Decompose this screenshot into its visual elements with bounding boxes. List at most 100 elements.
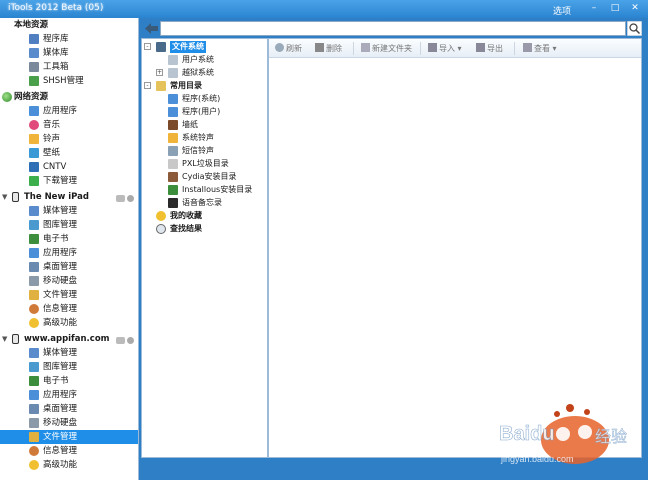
sidebar-item-info[interactable]: 信息管理 <box>0 444 138 458</box>
sidebar-section-network[interactable]: 网络资源 <box>0 90 138 104</box>
section-label: www.appifan.com <box>24 334 110 344</box>
sidebar-item-device-apps[interactable]: 应用程序 <box>0 388 138 402</box>
sidebar-item-info[interactable]: 信息管理 <box>0 302 138 316</box>
disk-icon <box>29 418 39 428</box>
new-folder-label: 新建文件夹 <box>372 44 412 53</box>
download-icon <box>29 176 39 186</box>
section-label: 网络资源 <box>14 92 49 102</box>
tree-label: 系统铃声 <box>182 133 214 142</box>
sidebar-item-photo-manage[interactable]: 图库管理 <box>0 360 138 374</box>
sidebar-item-label: 媒体库 <box>43 48 69 58</box>
sidebar-item-label: 文件管理 <box>43 432 78 442</box>
sidebar-item-disk[interactable]: 移动硬盘 <box>0 416 138 430</box>
sidebar: 本地资源 程序库 媒体库 工具箱 SHSH管理 网络资源 应用程序 音乐 铃声 … <box>0 18 139 480</box>
sidebar-item-device-apps[interactable]: 应用程序 <box>0 246 138 260</box>
tree-label: 程序(系统) <box>182 94 221 103</box>
sidebar-item-downloads[interactable]: 下载管理 <box>0 174 138 188</box>
sidebar-item-label: SHSH管理 <box>43 76 84 86</box>
sidebar-item-media-library[interactable]: 媒体库 <box>0 46 138 60</box>
sidebar-item-label: 媒体管理 <box>43 206 78 216</box>
eject-icon[interactable] <box>127 337 134 344</box>
collapse-triangle-icon[interactable]: ▼ <box>2 190 7 204</box>
media-icon <box>29 206 39 216</box>
tree-label: 越狱系统 <box>182 68 214 77</box>
sidebar-item-cntv[interactable]: CNTV <box>0 160 138 174</box>
new-folder-button[interactable]: 新建文件夹 <box>361 43 412 55</box>
sidebar-item-ebook[interactable]: 电子书 <box>0 232 138 246</box>
watermark-text: Baidu <box>499 423 555 445</box>
close-button[interactable]: ✕ <box>628 3 642 14</box>
tree-label: 短信铃声 <box>182 146 214 155</box>
star-icon <box>156 211 166 221</box>
sidebar-item-toolbox[interactable]: 工具箱 <box>0 60 138 74</box>
expand-toggle[interactable]: + <box>156 69 163 76</box>
sidebar-section-device1[interactable]: ▼ The New iPad <box>0 190 138 204</box>
sidebar-item-label: 应用程序 <box>43 248 78 258</box>
tv-icon <box>29 162 39 172</box>
sidebar-item-label: 下载管理 <box>43 176 78 186</box>
export-button[interactable]: 导出 <box>476 43 503 55</box>
sidebar-item-media-manage[interactable]: 媒体管理 <box>0 204 138 218</box>
export-label: 导出 <box>487 44 503 53</box>
person-icon <box>29 304 39 314</box>
options-menu[interactable]: 选项 <box>553 4 571 17</box>
apps-icon <box>29 390 39 400</box>
photo-icon <box>29 362 39 372</box>
back-arrow-icon[interactable] <box>144 22 159 35</box>
collapse-toggle[interactable]: - <box>144 43 151 50</box>
sidebar-item-program-library[interactable]: 程序库 <box>0 32 138 46</box>
star-icon <box>29 460 39 470</box>
person-icon <box>29 446 39 456</box>
search-icon[interactable] <box>627 21 642 36</box>
sidebar-item-label: 信息管理 <box>43 304 78 314</box>
refresh-button[interactable]: 刷新 <box>275 43 302 55</box>
sidebar-item-music[interactable]: 音乐 <box>0 118 138 132</box>
trash-icon <box>168 159 178 169</box>
sidebar-item-wallpaper[interactable]: 壁纸 <box>0 146 138 160</box>
new-folder-icon <box>361 43 370 52</box>
sidebar-item-label: 移动硬盘 <box>43 418 78 428</box>
bell-icon <box>168 133 178 143</box>
folder-icon <box>29 432 39 442</box>
cydia-icon <box>168 172 178 182</box>
sidebar-item-advanced[interactable]: 高级功能 <box>0 458 138 472</box>
sidebar-item-apps[interactable]: 应用程序 <box>0 104 138 118</box>
search-input[interactable] <box>160 21 626 36</box>
sidebar-item-ringtone[interactable]: 铃声 <box>0 132 138 146</box>
tree-label: Cydia安装目录 <box>182 172 237 181</box>
sidebar-item-label: 高级功能 <box>43 460 78 470</box>
file-list-pane[interactable]: 刷新 删除 新建文件夹 导入 ▾ 导出 查看 ▾ <box>268 38 642 458</box>
delete-button[interactable]: 删除 <box>315 43 342 55</box>
collapse-toggle[interactable]: - <box>144 82 151 89</box>
section-label: 本地资源 <box>14 20 49 30</box>
eject-icon[interactable] <box>127 195 134 202</box>
battery-icon <box>116 195 125 202</box>
import-button[interactable]: 导入 ▾ <box>428 43 462 55</box>
sidebar-item-photo-manage[interactable]: 图库管理 <box>0 218 138 232</box>
maximize-button[interactable]: □ <box>608 3 622 14</box>
sidebar-section-device2[interactable]: ▼ www.appifan.com <box>0 332 138 346</box>
sidebar-item-desktop[interactable]: 桌面管理 <box>0 260 138 274</box>
sidebar-item-advanced[interactable]: 高级功能 <box>0 316 138 330</box>
apps-icon <box>29 106 39 116</box>
wallpaper-icon <box>29 148 39 158</box>
title-bar: iTools 2012 Beta (05) 选项 – □ ✕ <box>0 0 648 18</box>
collapse-triangle-icon[interactable]: ▼ <box>2 332 7 346</box>
drive-icon <box>168 68 178 78</box>
sidebar-section-local[interactable]: 本地资源 <box>0 18 138 32</box>
sidebar-item-media-manage[interactable]: 媒体管理 <box>0 346 138 360</box>
sidebar-item-desktop[interactable]: 桌面管理 <box>0 402 138 416</box>
sidebar-item-files-selected[interactable]: 文件管理 <box>0 430 138 444</box>
sidebar-item-label: 应用程序 <box>43 390 78 400</box>
view-button[interactable]: 查看 ▾ <box>523 43 557 55</box>
sidebar-item-label: 移动硬盘 <box>43 276 78 286</box>
disk-icon <box>29 276 39 286</box>
sidebar-item-shsh[interactable]: SHSH管理 <box>0 74 138 88</box>
sidebar-item-ebook[interactable]: 电子书 <box>0 374 138 388</box>
sidebar-item-disk[interactable]: 移动硬盘 <box>0 274 138 288</box>
refresh-label: 刷新 <box>286 44 302 53</box>
sidebar-item-label: 信息管理 <box>43 446 78 456</box>
minimize-button[interactable]: – <box>587 3 601 14</box>
program-library-icon <box>29 34 39 44</box>
sidebar-item-files[interactable]: 文件管理 <box>0 288 138 302</box>
